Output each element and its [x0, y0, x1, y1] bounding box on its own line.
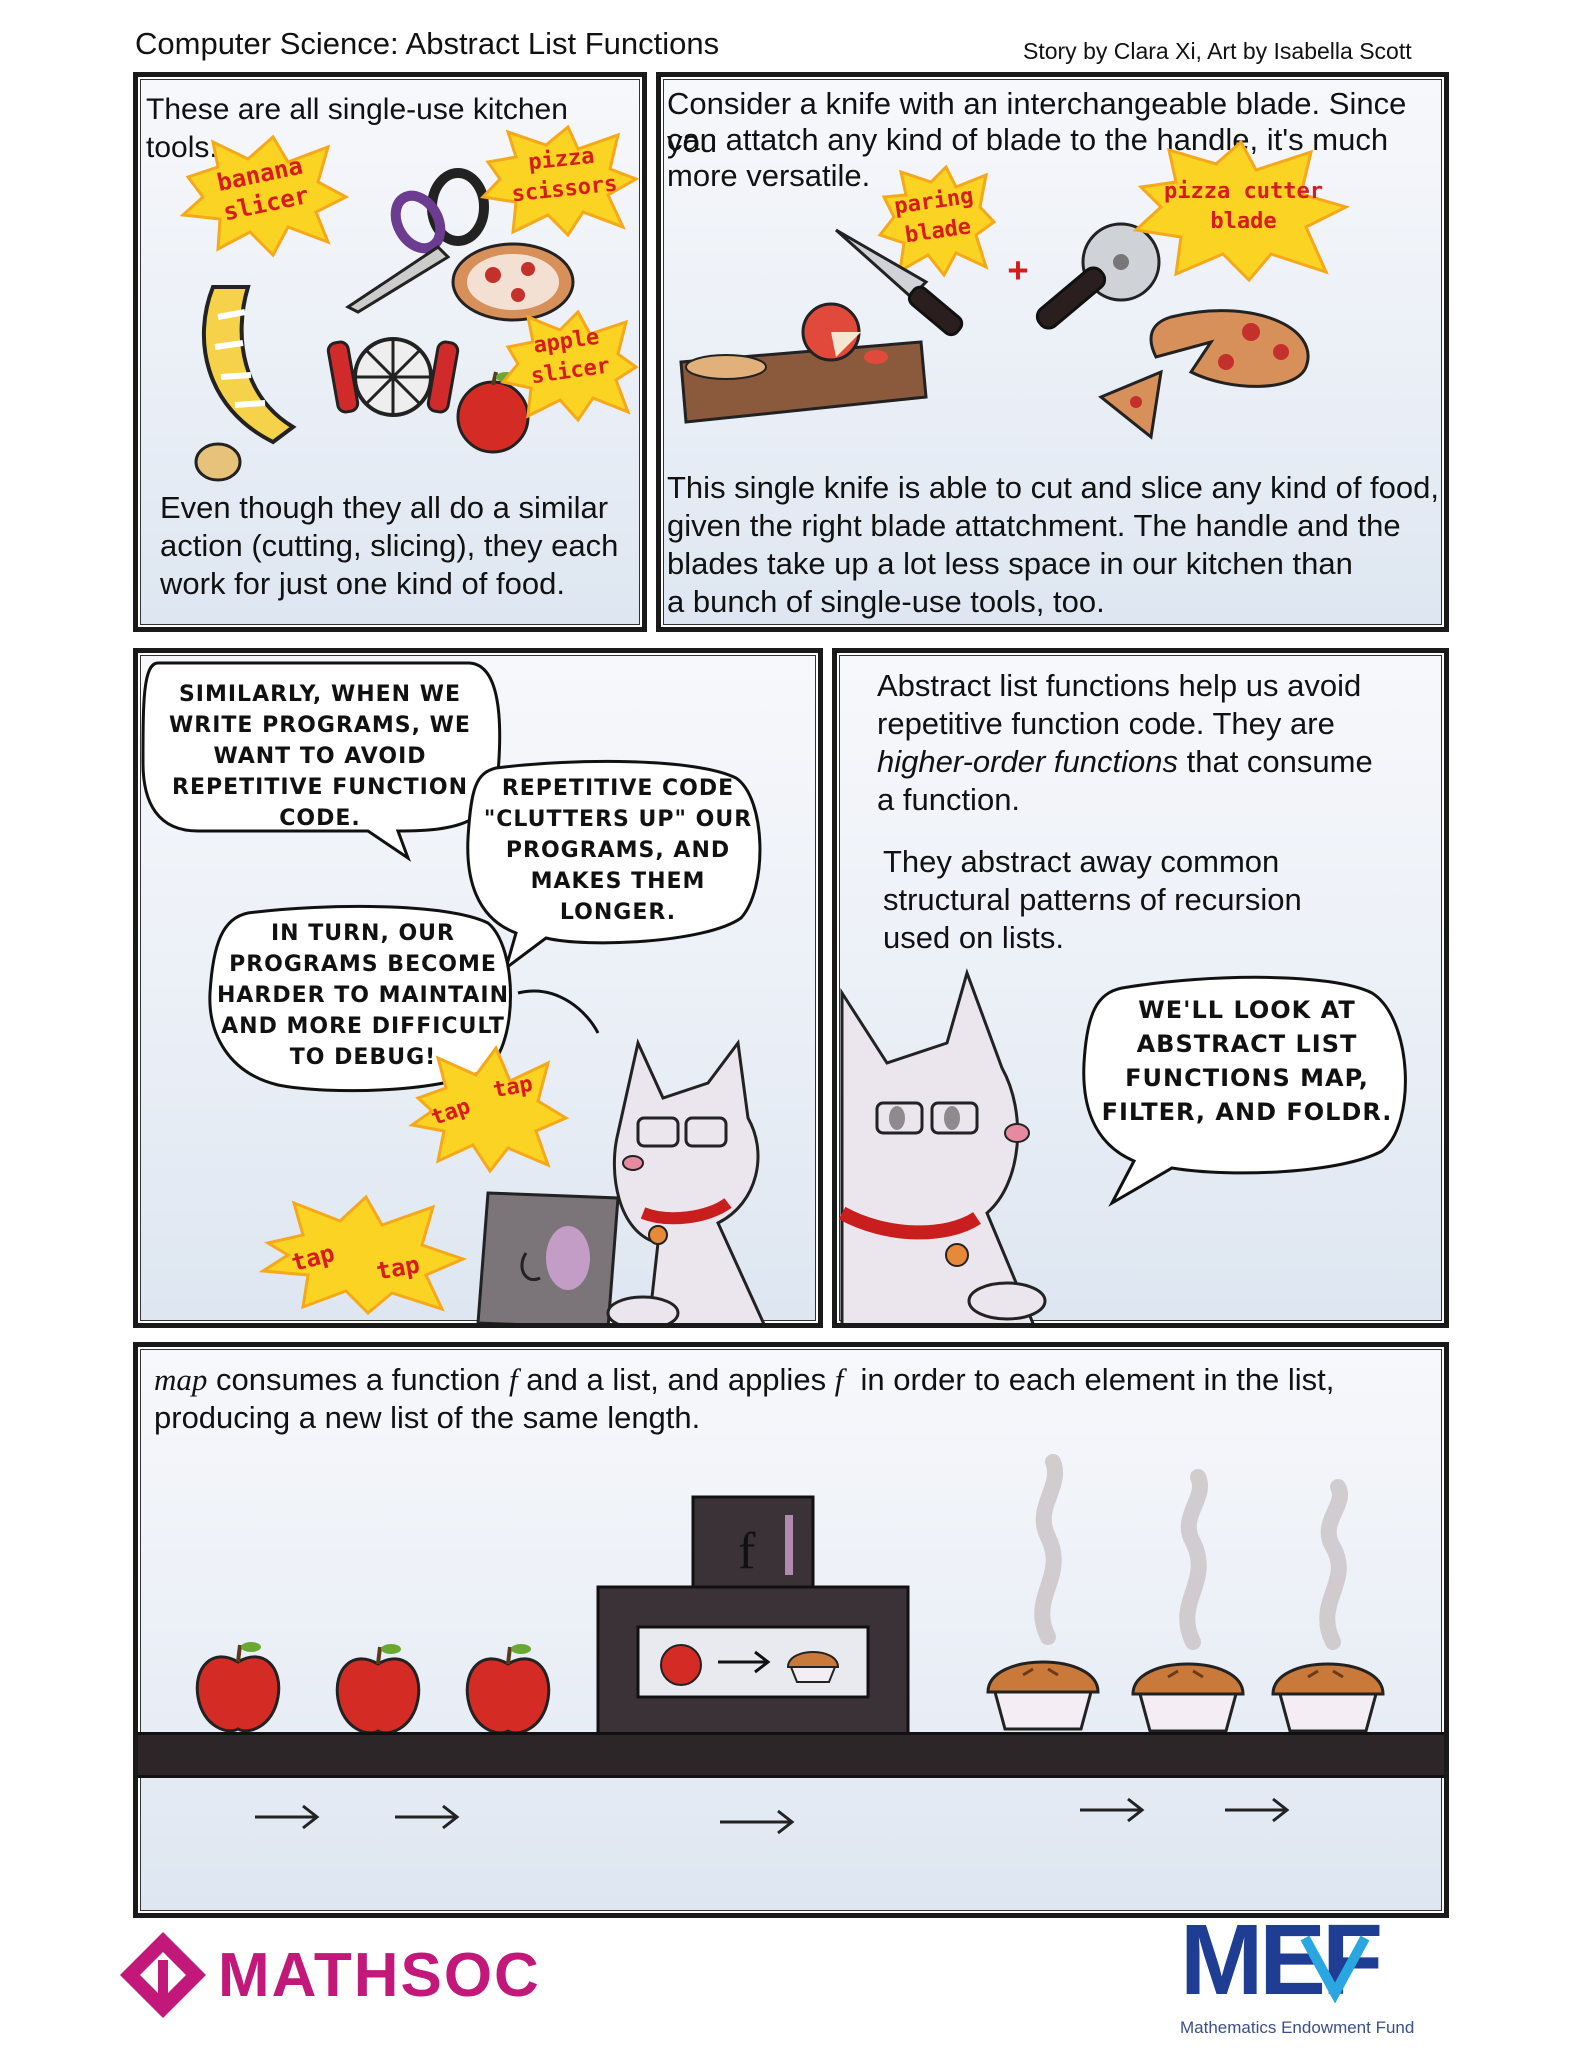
pizza-with-slice-illustration — [1098, 309, 1310, 440]
panel4-para2-line3: used on lists. — [883, 920, 1064, 955]
pie-output-2 — [1131, 1662, 1245, 1733]
mef-caption: Mathematics Endowment Fund — [1180, 2018, 1415, 2037]
panel-kitchen-tools: These are all single-use kitchen tools. … — [133, 72, 647, 632]
apple-input-1 — [195, 1642, 281, 1733]
conveyor-belt — [138, 1732, 1444, 1778]
panel5-line1-c: in order to each element in the list, — [843, 1362, 1335, 1397]
cat-with-laptop-illustration — [476, 1038, 766, 1323]
arrow-icon-1 — [255, 1804, 320, 1830]
mathsoc-logo-icon — [120, 1932, 206, 2018]
apple-input-3 — [465, 1644, 551, 1735]
pie-output-1 — [986, 1660, 1100, 1731]
page-title: Computer Science: Abstract List Function… — [135, 26, 720, 61]
pizza-cutter-label: pizza cutter blade — [1164, 179, 1323, 234]
panel4-para1-line3: higher-order functions that consume — [877, 743, 1373, 781]
map-term: map — [154, 1362, 208, 1397]
panel5-line1: map consumes a function f and a list, an… — [154, 1361, 1334, 1399]
panel2-bottom-text-2: given the right blade attatchment. The h… — [667, 508, 1401, 543]
apple-input-2 — [335, 1644, 421, 1735]
apple-slicer-illustration — [326, 337, 460, 417]
panel5-line2: producing a new list of the same length. — [154, 1400, 701, 1435]
arrow-icon-5 — [1225, 1797, 1290, 1823]
higher-order-functions-term: higher-order functions — [877, 744, 1178, 779]
arrow-icon-3 — [720, 1809, 795, 1835]
steam-1 — [1034, 1454, 1063, 1645]
f-term-1: f — [508, 1362, 518, 1397]
panel4-para1-line1: Abstract list functions help us avoid — [877, 668, 1362, 703]
panel-programming-cat: Similarly, when we write programs, we wa… — [133, 648, 823, 1328]
speech-bubble-4-text: We'll look at abstract list functions ma… — [1101, 996, 1393, 1126]
panel4-para2-line1: They abstract away common — [883, 844, 1280, 879]
panel4-para1-line3-rest: that consume — [1178, 744, 1373, 779]
panel5-line1-b: and a list, and applies — [517, 1362, 835, 1397]
panel2-bottom-text-1: This single knife is able to cut and sli… — [667, 470, 1439, 505]
mathsoc-wordmark: MATHSOC — [218, 1941, 541, 2010]
panel1-bottom-text-1: Even though they all do a similar — [160, 490, 609, 525]
pie-output-3 — [1271, 1662, 1385, 1733]
panel2-bottom-text-4: a bunch of single-use tools, too. — [667, 584, 1105, 619]
cutting-board-illustration — [679, 302, 928, 424]
panel-map-explanation: map consumes a function f and a list, an… — [133, 1342, 1449, 1918]
panel4-para2-line2: structural patterns of recursion — [883, 882, 1302, 917]
panel5-line1-a: consumes a function — [207, 1362, 509, 1397]
panel2-bottom-text-3: blades take up a lot less space in our k… — [667, 546, 1353, 581]
mef-accent-icon — [1300, 1935, 1370, 2004]
steam-3 — [1319, 1479, 1348, 1650]
mef-logo: MEF — [1180, 1910, 1460, 2028]
banana-slicer-illustration — [194, 285, 297, 482]
arrow-icon-2 — [395, 1804, 460, 1830]
panel-abstract-list-functions: Abstract list functions help us avoid re… — [832, 648, 1449, 1328]
panel-interchangeable-knife: Consider a knife with an interchangeable… — [656, 72, 1449, 632]
panel1-bottom-text-2: action (cutting, slicing), they each — [160, 528, 619, 563]
credits: Story by Clara Xi, Art by Isabella Scott — [1023, 38, 1412, 64]
panel4-para1-line2: repetitive function code. They are — [877, 706, 1335, 741]
function-machine-label: f — [738, 1523, 756, 1580]
cat-portrait-illustration — [838, 968, 1047, 1323]
panel2-top-text-3: more versatile. — [667, 158, 871, 193]
arrow-icon-4 — [1080, 1797, 1145, 1823]
panel4-para1-line4: a function. — [877, 782, 1021, 817]
panel1-bottom-text-3: work for just one kind of food. — [160, 566, 565, 601]
speech-bubble-1-text: Similarly, when we write programs, we wa… — [169, 682, 471, 831]
steam-2 — [1179, 1469, 1208, 1650]
